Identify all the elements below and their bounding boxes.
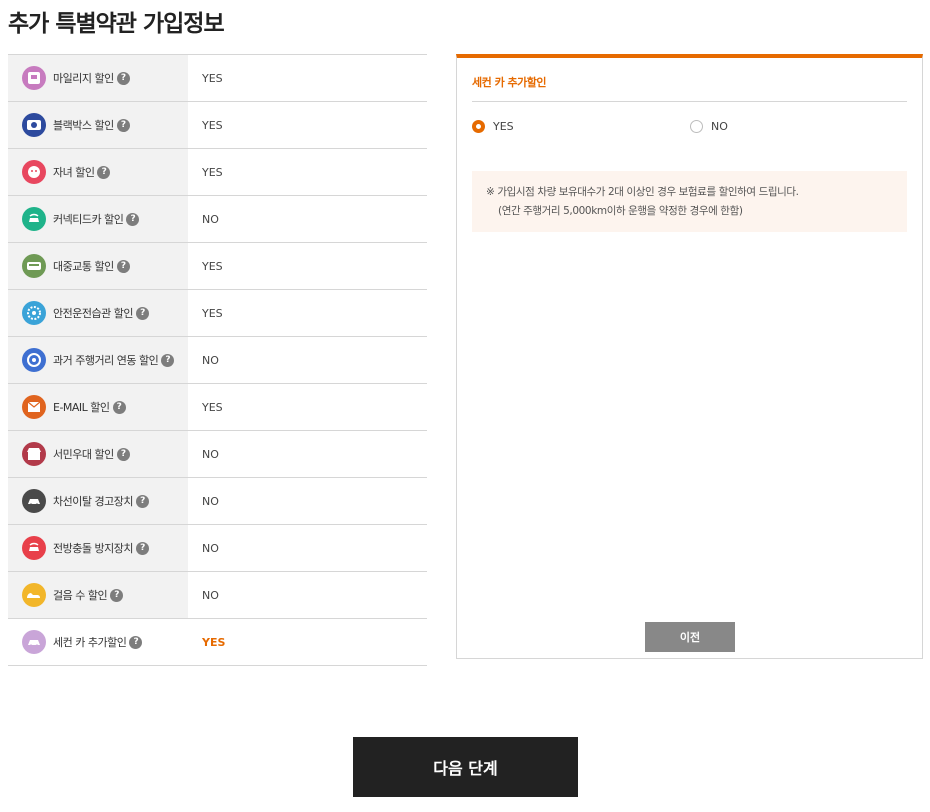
help-icon[interactable]: ? bbox=[161, 353, 175, 367]
connected-car-icon bbox=[22, 207, 46, 231]
discount-value: YES bbox=[202, 165, 223, 179]
help-icon[interactable]: ? bbox=[135, 541, 149, 555]
discount-row: 걸음 수 할인? NO bbox=[8, 572, 427, 619]
discount-row: 블랙박스 할인? YES bbox=[8, 102, 427, 149]
discount-label: 세컨 카 추가할인 bbox=[53, 636, 127, 649]
notice-box: ※ 가입시점 차량 보유대수가 2대 이상인 경우 보험료를 할인하여 드립니다… bbox=[472, 171, 907, 232]
bus-icon bbox=[22, 254, 46, 278]
discount-label-cell: 블랙박스 할인? bbox=[8, 102, 188, 148]
mileage-icon bbox=[22, 66, 46, 90]
help-icon[interactable]: ? bbox=[110, 588, 124, 602]
discount-row: 전방충돌 방지장치? NO bbox=[8, 525, 427, 572]
discount-value: NO bbox=[202, 212, 219, 226]
second-car-icon bbox=[22, 630, 46, 654]
discount-list: 마일리지 할인? YES 블랙박스 할인? YES 자녀 할인? YES 커넥티드카 할인?… bbox=[8, 54, 427, 666]
page-title: 추가 특별약관 가입정보 bbox=[8, 11, 225, 37]
discount-label-cell: 서민우대 할인? bbox=[8, 431, 188, 477]
next-step-button[interactable]: 다음 단계 bbox=[353, 737, 578, 797]
discount-value: NO bbox=[202, 447, 219, 461]
prev-button[interactable]: 이전 bbox=[645, 622, 735, 652]
discount-label-cell: 걸음 수 할인? bbox=[8, 572, 188, 618]
odometer-icon bbox=[22, 348, 46, 372]
discount-label-cell: 세컨 카 추가할인? bbox=[8, 619, 188, 665]
discount-value: YES bbox=[202, 118, 223, 132]
discount-label-cell: 전방충돌 방지장치? bbox=[8, 525, 188, 571]
help-icon[interactable]: ? bbox=[129, 635, 143, 649]
discount-value: YES bbox=[202, 259, 223, 273]
discount-label-cell: 안전운전습관 할인? bbox=[8, 290, 188, 336]
discount-row: 과거 주행거리 연동 할인? NO bbox=[8, 337, 427, 384]
discount-label: 대중교통 할인 bbox=[53, 260, 114, 273]
radio-yes-label: YES bbox=[493, 120, 514, 133]
help-icon[interactable]: ? bbox=[135, 306, 149, 320]
discount-row: 서민우대 할인? NO bbox=[8, 431, 427, 478]
discount-row: E-MAIL 할인? YES bbox=[8, 384, 427, 431]
child-icon bbox=[22, 160, 46, 184]
notice-line-2: (연간 주행거리 5,000km이하 운행을 약정한 경우에 한함) bbox=[498, 205, 743, 217]
discount-label-cell: 마일리지 할인? bbox=[8, 55, 188, 101]
store-icon bbox=[22, 442, 46, 466]
shoe-icon bbox=[22, 583, 46, 607]
discount-value: YES bbox=[202, 635, 226, 649]
radio-no-label: NO bbox=[711, 120, 728, 133]
discount-value: YES bbox=[202, 400, 223, 414]
discount-label: 차선이탈 경고장치 bbox=[53, 495, 133, 508]
lane-departure-icon bbox=[22, 489, 46, 513]
discount-label-cell: 차선이탈 경고장치? bbox=[8, 478, 188, 524]
discount-row: 커넥티드카 할인? NO bbox=[8, 196, 427, 243]
discount-value: NO bbox=[202, 353, 219, 367]
discount-row: 안전운전습관 할인? YES bbox=[8, 290, 427, 337]
discount-value: NO bbox=[202, 494, 219, 508]
discount-value: NO bbox=[202, 541, 219, 555]
radio-yes-indicator[interactable] bbox=[472, 120, 485, 133]
radio-no-indicator[interactable] bbox=[690, 120, 703, 133]
help-icon[interactable]: ? bbox=[135, 494, 149, 508]
help-icon[interactable]: ? bbox=[116, 259, 130, 273]
discount-label: 전방충돌 방지장치 bbox=[53, 542, 133, 555]
discount-label: 커넥티드카 할인 bbox=[53, 213, 124, 226]
radio-no[interactable]: NO bbox=[690, 120, 728, 133]
discount-label-cell: 커넥티드카 할인? bbox=[8, 196, 188, 242]
email-icon bbox=[22, 395, 46, 419]
detail-panel: 세컨 카 추가할인 YES NO ※ 가입시점 차량 보유대수가 2대 이상인 … bbox=[456, 54, 923, 659]
help-icon[interactable]: ? bbox=[97, 165, 111, 179]
discount-row: 자녀 할인? YES bbox=[8, 149, 427, 196]
panel-divider bbox=[472, 101, 907, 102]
discount-value: YES bbox=[202, 306, 223, 320]
discount-label: 서민우대 할인 bbox=[53, 448, 114, 461]
discount-row: 대중교통 할인? YES bbox=[8, 243, 427, 290]
blackbox-icon bbox=[22, 113, 46, 137]
discount-row: 마일리지 할인? YES bbox=[8, 55, 427, 102]
help-icon[interactable]: ? bbox=[126, 212, 140, 226]
discount-row: 차선이탈 경고장치? NO bbox=[8, 478, 427, 525]
discount-label-cell: 대중교통 할인? bbox=[8, 243, 188, 289]
discount-label: 마일리지 할인 bbox=[53, 72, 114, 85]
help-icon[interactable]: ? bbox=[116, 118, 130, 132]
discount-value: YES bbox=[202, 71, 223, 85]
discount-label: 과거 주행거리 연동 할인 bbox=[53, 354, 159, 367]
help-icon[interactable]: ? bbox=[116, 71, 130, 85]
discount-label-cell: 과거 주행거리 연동 할인? bbox=[8, 337, 188, 383]
safe-driving-icon bbox=[22, 301, 46, 325]
discount-label-cell: E-MAIL 할인? bbox=[8, 384, 188, 430]
discount-value: NO bbox=[202, 588, 219, 602]
notice-line-1: ※ 가입시점 차량 보유대수가 2대 이상인 경우 보험료를 할인하여 드립니다… bbox=[486, 186, 799, 198]
discount-row: 세컨 카 추가할인? YES bbox=[8, 619, 427, 666]
help-icon[interactable]: ? bbox=[116, 447, 130, 461]
discount-label: 안전운전습관 할인 bbox=[53, 307, 133, 320]
discount-label-cell: 자녀 할인? bbox=[8, 149, 188, 195]
collision-icon bbox=[22, 536, 46, 560]
discount-label: E-MAIL 할인 bbox=[53, 401, 110, 414]
panel-title: 세컨 카 추가할인 bbox=[472, 76, 547, 89]
discount-label: 블랙박스 할인 bbox=[53, 119, 114, 132]
help-icon[interactable]: ? bbox=[112, 400, 126, 414]
discount-label: 걸음 수 할인 bbox=[53, 589, 108, 602]
radio-yes[interactable]: YES bbox=[472, 120, 514, 133]
discount-label: 자녀 할인 bbox=[53, 166, 95, 179]
